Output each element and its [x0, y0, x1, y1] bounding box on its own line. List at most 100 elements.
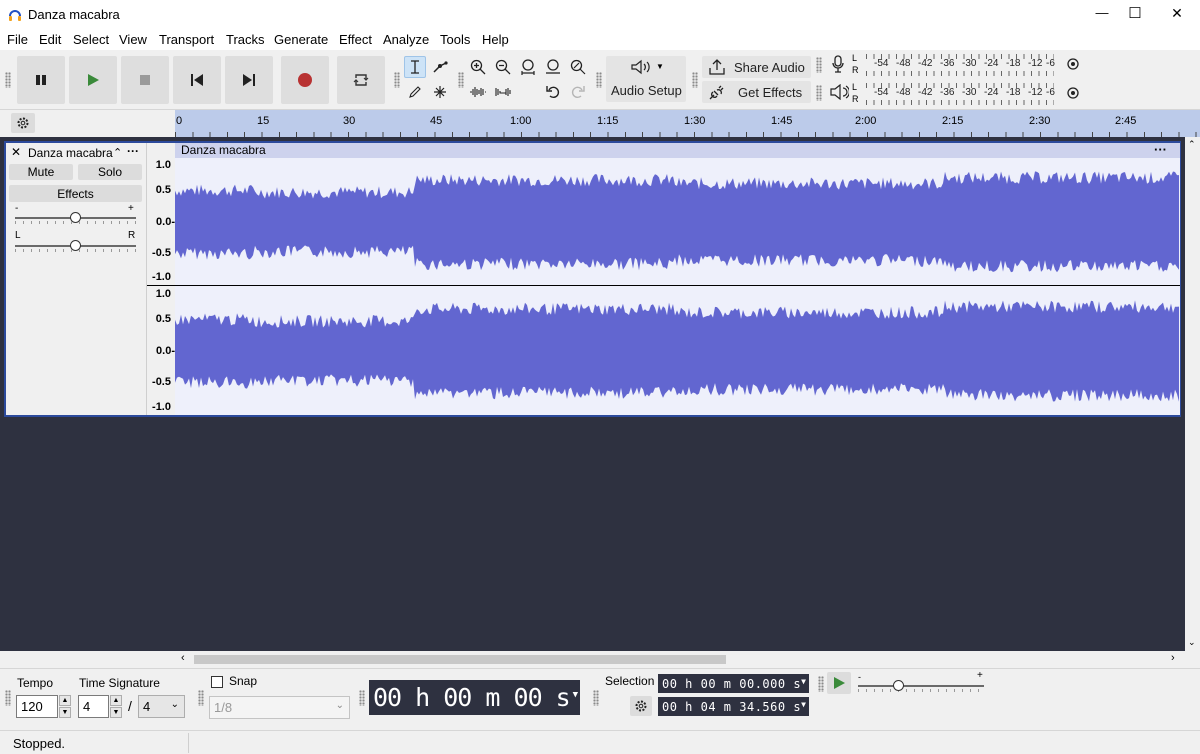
time-display-menu-icon[interactable]: ▼	[573, 690, 578, 700]
skip-to-end-button[interactable]	[225, 56, 273, 104]
silence-audio-icon[interactable]	[492, 81, 514, 103]
snap-checkbox[interactable]	[211, 676, 223, 688]
fit-project-icon[interactable]	[542, 56, 564, 78]
menu-analyze[interactable]: Analyze	[383, 32, 429, 47]
time-display[interactable]: 00 h 00 m 00 s ▼	[369, 680, 580, 715]
tempo-grip[interactable]	[5, 690, 11, 706]
playback-meter-grip[interactable]	[816, 85, 822, 101]
playback-meter[interactable]: -54 -48 -42 -36 -30 -24 -18 -12 -6	[860, 83, 1060, 105]
play-at-speed-grip[interactable]	[818, 676, 824, 692]
scroll-right-icon[interactable]: ›	[1171, 652, 1175, 664]
tools-grip[interactable]	[394, 72, 400, 88]
menu-edit[interactable]: Edit	[39, 32, 61, 47]
loop-button[interactable]	[337, 56, 385, 104]
menu-tools[interactable]: Tools	[440, 32, 470, 47]
close-button[interactable]: ✕	[1165, 5, 1189, 22]
record-meter-grip[interactable]	[816, 57, 822, 73]
scroll-left-icon[interactable]: ‹	[181, 652, 185, 664]
audio-setup-grip[interactable]	[596, 72, 602, 88]
menu-effect[interactable]: Effect	[339, 32, 372, 47]
menu-view[interactable]: View	[119, 32, 147, 47]
menu-select[interactable]: Select	[73, 32, 109, 47]
tempo-down-icon[interactable]: ▼	[59, 707, 71, 718]
time-grip[interactable]	[359, 690, 365, 706]
dropdown-arrow-icon: ▼	[656, 62, 664, 71]
playback-meter-options-icon[interactable]	[1066, 86, 1080, 103]
redo-icon[interactable]	[567, 81, 589, 103]
clip-name[interactable]: Danza macabra	[181, 143, 266, 157]
share-grip[interactable]	[692, 72, 698, 88]
tempo-up-icon[interactable]: ▲	[59, 695, 71, 706]
close-track-icon[interactable]: ✕	[11, 145, 21, 159]
share-audio-button[interactable]: Share Audio	[702, 56, 811, 78]
timeline-ruler[interactable]: 0 15 30 45 1:00 1:15 1:30 1:45 2:00 2:15…	[175, 110, 1200, 137]
horizontal-scroll-thumb[interactable]	[194, 655, 726, 664]
maximize-button[interactable]: ☐	[1123, 4, 1147, 22]
timeline-options-icon[interactable]	[11, 113, 35, 133]
effects-button[interactable]: Effects	[9, 185, 142, 202]
envelope-tool-icon[interactable]	[429, 56, 451, 78]
waveform-display[interactable]	[175, 158, 1180, 415]
toolbar-grip[interactable]	[5, 72, 11, 88]
record-meter-options-icon[interactable]	[1066, 57, 1080, 74]
tempo-input[interactable]: 120	[16, 695, 58, 718]
playback-speed-slider[interactable]	[858, 685, 984, 687]
get-effects-button[interactable]: Get Effects	[702, 81, 811, 103]
numerator-up-icon[interactable]: ▲	[110, 695, 122, 706]
selection-options-icon[interactable]	[630, 696, 652, 716]
selection-grip[interactable]	[593, 690, 599, 706]
time-signature-numerator[interactable]: 4	[78, 695, 109, 718]
trim-audio-icon[interactable]	[467, 81, 489, 103]
selection-tool-icon[interactable]	[404, 56, 426, 78]
menu-help[interactable]: Help	[482, 32, 509, 47]
selection-end-menu-icon[interactable]: ▼	[801, 700, 806, 709]
pan-left-label: L	[15, 230, 21, 241]
numerator-down-icon[interactable]: ▼	[110, 707, 122, 718]
menu-tracks[interactable]: Tracks	[226, 32, 265, 47]
scroll-down-icon[interactable]: ⌄	[1188, 637, 1196, 648]
fit-selection-icon[interactable]	[517, 56, 539, 78]
playback-speed-thumb[interactable]	[893, 680, 904, 691]
menu-transport[interactable]: Transport	[159, 32, 214, 47]
zoom-in-icon[interactable]	[467, 56, 489, 78]
selection-end-field[interactable]: 00 h 04 m 34.560 s ▼	[658, 697, 809, 716]
clip-menu-icon[interactable]: ···	[1154, 142, 1167, 157]
selection-start-field[interactable]: 00 h 00 m 00.000 s ▼	[658, 674, 809, 693]
horizontal-scrollbar[interactable]: ‹ ›	[176, 651, 1185, 668]
multi-tool-icon[interactable]	[429, 81, 451, 103]
play-button[interactable]	[69, 56, 117, 104]
zoom-toggle-icon[interactable]	[567, 56, 589, 78]
skip-to-start-button[interactable]	[173, 56, 221, 104]
minimize-button[interactable]: —	[1090, 5, 1114, 20]
snap-select[interactable]: 1/8 ⌄	[209, 696, 350, 719]
selection-start-menu-icon[interactable]: ▼	[801, 677, 806, 686]
scroll-up-icon[interactable]: ⌃	[1188, 139, 1196, 150]
selection-start-value: 00 h 00 m 00.000 s	[662, 676, 802, 691]
audio-setup-button[interactable]: ▼ Audio Setup	[606, 56, 686, 102]
track-name-label[interactable]: Danza macabra	[28, 146, 113, 160]
draw-tool-icon[interactable]	[404, 81, 426, 103]
solo-button[interactable]: Solo	[78, 164, 142, 180]
snap-grip[interactable]	[198, 690, 204, 706]
menu-file[interactable]: File	[7, 32, 28, 47]
play-at-speed-button[interactable]	[827, 672, 851, 694]
playback-speaker-icon[interactable]	[829, 83, 850, 103]
mute-button[interactable]: Mute	[9, 164, 73, 180]
collapse-track-icon[interactable]: ⌃	[113, 146, 122, 159]
pause-button[interactable]	[17, 56, 65, 104]
track-control-panel[interactable]: ✕ Danza macabra ⌃ ··· Mute Solo Effects …	[6, 143, 146, 415]
waveform-channel	[175, 300, 1179, 402]
microphone-icon[interactable]	[829, 54, 847, 77]
vertical-scrollbar[interactable]: ⌃ ⌄	[1185, 137, 1200, 651]
record-meter[interactable]: -54 -48 -42 -36 -30 -24 -18 -12 -6	[860, 54, 1060, 76]
track-menu-icon[interactable]: ···	[127, 144, 139, 158]
amplitude-ruler[interactable]: 1.0 0.5 0.0- -0.5 -1.0 1.0 0.5 0.0- -0.5…	[146, 143, 176, 415]
edit-grip[interactable]	[458, 72, 464, 88]
menu-generate[interactable]: Generate	[274, 32, 328, 47]
stop-button[interactable]	[121, 56, 169, 104]
record-button[interactable]	[281, 56, 329, 104]
zoom-out-icon[interactable]	[492, 56, 514, 78]
undo-icon[interactable]	[542, 81, 564, 103]
time-signature-denominator[interactable]: 4 ⌄	[138, 695, 185, 718]
clip-header[interactable]: Danza macabra	[175, 143, 1180, 158]
